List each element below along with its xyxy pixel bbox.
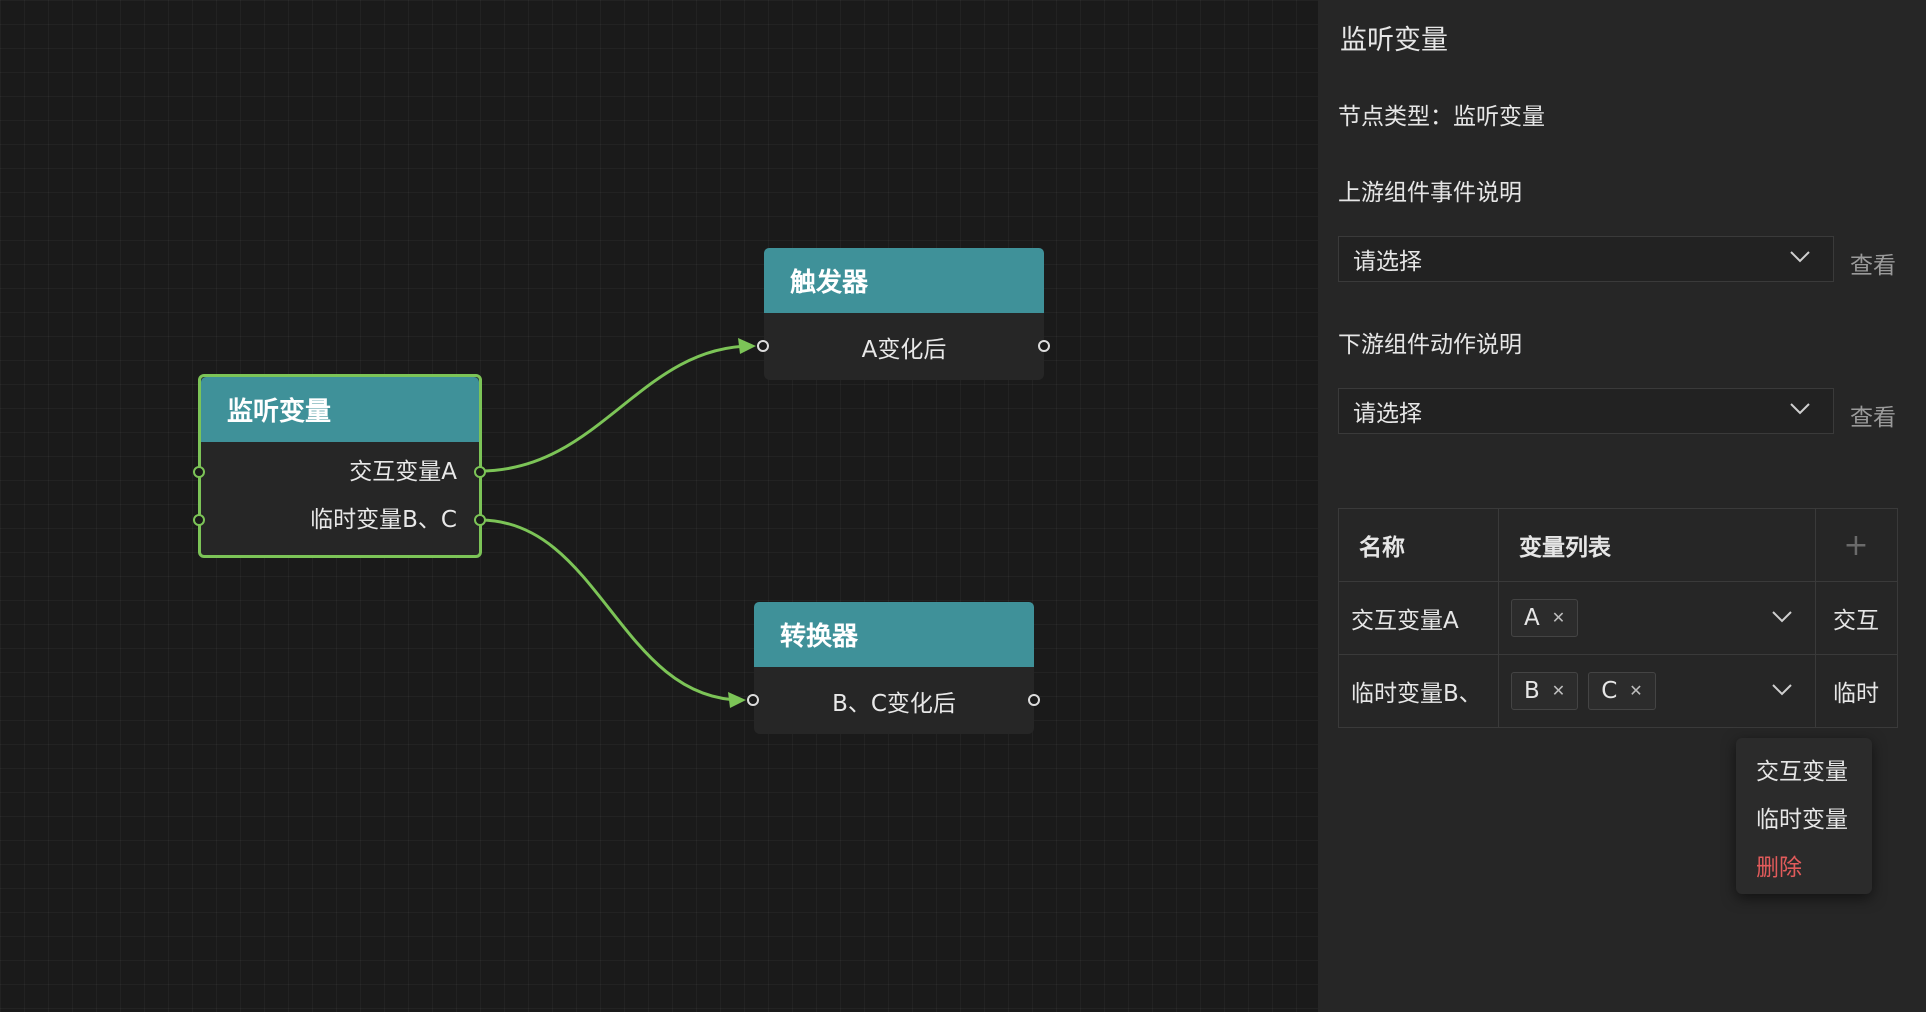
- downstream-view-link[interactable]: 查看: [1850, 398, 1896, 432]
- node-row-temp-var-bc: 临时变量B、C: [310, 507, 457, 533]
- variable-tag: A ✕: [1511, 598, 1579, 637]
- chevron-down-icon: [1772, 684, 1792, 696]
- variable-tag: B ✕: [1511, 671, 1579, 710]
- menu-item-temp-var[interactable]: 临时变量: [1756, 800, 1848, 834]
- row-name: 交互变量A: [1351, 607, 1459, 634]
- column-header-var-list: 变量列表: [1519, 535, 1611, 561]
- trigger-output-port[interactable]: [1038, 340, 1050, 352]
- panel-title: 监听变量: [1340, 25, 1448, 56]
- trigger-input-port[interactable]: [757, 340, 769, 352]
- edge-bc-to-converter[interactable]: [479, 518, 743, 702]
- flow-canvas[interactable]: 监听变量 交互变量A 临时变量B、C 触发器 A变化后 转换器 B、C变化后: [0, 0, 1318, 1012]
- tag-label: A: [1524, 604, 1540, 631]
- edge-arrow-trigger: [738, 338, 756, 354]
- node-listen-variable[interactable]: 监听变量 交互变量A 临时变量B、C: [198, 374, 482, 558]
- variable-table: 名称 变量列表 + 交互变量A A ✕ 交互 临时变量B、 B ✕ C ✕ 临时: [1338, 508, 1898, 728]
- downstream-action-label: 下游组件动作说明: [1338, 332, 1522, 358]
- select-value: 请选择: [1353, 249, 1422, 275]
- row-type-button[interactable]: 交互: [1815, 581, 1897, 654]
- node-title: 触发器: [764, 248, 1044, 313]
- node-row-a-changed: A变化后: [861, 337, 947, 363]
- row-name: 临时变量B、: [1351, 680, 1482, 707]
- menu-item-interactive-var[interactable]: 交互变量: [1756, 752, 1848, 786]
- input-port-1[interactable]: [193, 466, 205, 478]
- node-title: 转换器: [754, 602, 1034, 667]
- converter-output-port[interactable]: [1028, 694, 1040, 706]
- variable-multiselect[interactable]: B ✕ C ✕: [1511, 654, 1807, 727]
- menu-item-delete[interactable]: 删除: [1756, 848, 1802, 882]
- node-row-interactive-var-a: 交互变量A: [349, 459, 457, 485]
- tag-remove-icon[interactable]: ✕: [1552, 608, 1565, 627]
- add-row-button[interactable]: +: [1815, 509, 1897, 581]
- tag-remove-icon[interactable]: ✕: [1629, 681, 1642, 700]
- tag-remove-icon[interactable]: ✕: [1552, 681, 1565, 700]
- chevron-down-icon: [1790, 251, 1810, 263]
- node-trigger[interactable]: 触发器 A变化后: [764, 248, 1044, 380]
- node-converter[interactable]: 转换器 B、C变化后: [754, 602, 1034, 734]
- chevron-down-icon: [1790, 403, 1810, 415]
- edge-a-to-trigger[interactable]: [479, 344, 753, 473]
- table-divider: [1498, 509, 1499, 727]
- column-header-name: 名称: [1359, 535, 1405, 561]
- type-context-menu: 交互变量 临时变量 删除: [1736, 738, 1872, 894]
- variable-multiselect[interactable]: A ✕: [1511, 581, 1807, 654]
- downstream-action-select[interactable]: 请选择: [1338, 388, 1834, 434]
- row-type-button[interactable]: 临时: [1815, 654, 1897, 727]
- output-port-bc[interactable]: [474, 514, 486, 526]
- output-port-a[interactable]: [474, 466, 486, 478]
- variable-tag: C ✕: [1588, 671, 1656, 710]
- converter-input-port[interactable]: [747, 694, 759, 706]
- chevron-down-icon: [1772, 611, 1792, 623]
- select-value: 请选择: [1353, 401, 1422, 427]
- node-type-label: 节点类型：监听变量: [1338, 104, 1545, 130]
- tag-label: B: [1524, 677, 1540, 704]
- node-title: 监听变量: [201, 377, 479, 442]
- tag-label: C: [1601, 677, 1618, 704]
- input-port-2[interactable]: [193, 514, 205, 526]
- upstream-view-link[interactable]: 查看: [1850, 246, 1896, 280]
- node-row-bc-changed: B、C变化后: [832, 691, 956, 717]
- upstream-event-select[interactable]: 请选择: [1338, 236, 1834, 282]
- upstream-event-label: 上游组件事件说明: [1338, 180, 1522, 206]
- edge-arrow-converter: [728, 692, 746, 708]
